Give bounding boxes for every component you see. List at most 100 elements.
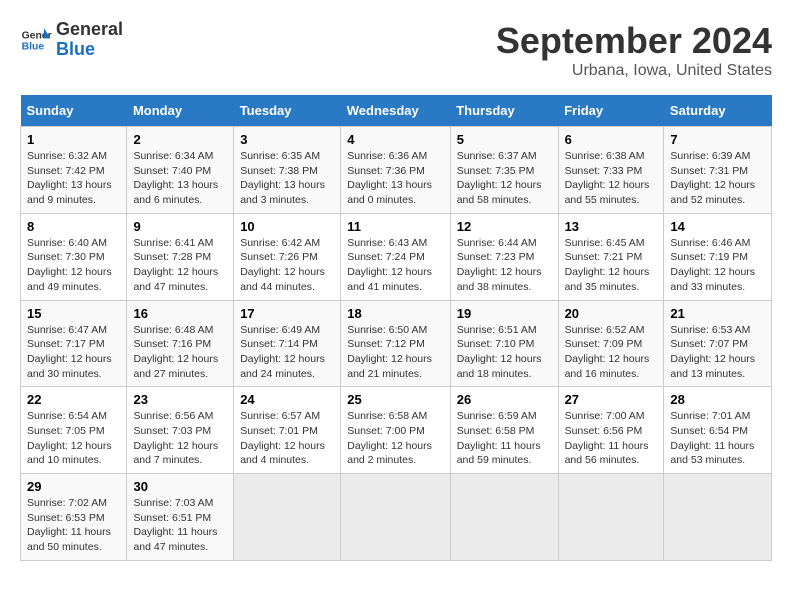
calendar-cell: 22Sunrise: 6:54 AMSunset: 7:05 PMDayligh…: [21, 387, 127, 474]
day-info: Sunrise: 6:48 AMSunset: 7:16 PMDaylight:…: [133, 323, 227, 382]
day-number: 9: [133, 219, 227, 234]
day-info: Sunrise: 6:56 AMSunset: 7:03 PMDaylight:…: [133, 409, 227, 468]
day-number: 20: [565, 306, 658, 321]
calendar-cell: 7 Sunrise: 6:39 AMSunset: 7:31 PMDaylight…: [664, 127, 772, 214]
calendar-cell: 4Sunrise: 6:36 AMSunset: 7:36 PMDaylight…: [341, 127, 450, 214]
calendar-cell: 6 Sunrise: 6:38 AMSunset: 7:33 PMDaylight…: [558, 127, 664, 214]
title-section: September 2024 Urbana, Iowa, United Stat…: [496, 20, 772, 80]
calendar-cell: [450, 474, 558, 561]
day-number: 18: [347, 306, 443, 321]
calendar-cell: 27 Sunrise: 7:00 AMSunset: 6:56 PMDayligh…: [558, 387, 664, 474]
day-info: Sunrise: 6:34 AMSunset: 7:40 PMDaylight:…: [133, 149, 227, 208]
calendar-week-row: 22Sunrise: 6:54 AMSunset: 7:05 PMDayligh…: [21, 387, 772, 474]
day-number: 29: [27, 479, 120, 494]
calendar-cell: 8 Sunrise: 6:40 AMSunset: 7:30 PMDaylight…: [21, 213, 127, 300]
day-number: 27: [565, 392, 658, 407]
day-info: Sunrise: 6:49 AMSunset: 7:14 PMDaylight:…: [240, 323, 334, 382]
calendar-cell: 24Sunrise: 6:57 AMSunset: 7:01 PMDayligh…: [234, 387, 341, 474]
calendar-table: SundayMondayTuesdayWednesdayThursdayFrid…: [20, 95, 772, 561]
location-subtitle: Urbana, Iowa, United States: [496, 62, 772, 80]
day-number: 6: [565, 132, 658, 147]
day-info: Sunrise: 6:40 AMSunset: 7:30 PMDaylight:…: [27, 236, 120, 295]
calendar-cell: 18 Sunrise: 6:50 AMSunset: 7:12 PMDayligh…: [341, 300, 450, 387]
day-info: Sunrise: 6:50 AMSunset: 7:12 PMDaylight:…: [347, 323, 443, 382]
day-number: 19: [457, 306, 552, 321]
day-info: Sunrise: 7:00 AMSunset: 6:56 PMDaylight:…: [565, 409, 658, 468]
day-info: Sunrise: 6:42 AMSunset: 7:26 PMDaylight:…: [240, 236, 334, 295]
svg-text:Blue: Blue: [22, 41, 45, 52]
calendar-cell: 10 Sunrise: 6:42 AMSunset: 7:26 PMDayligh…: [234, 213, 341, 300]
calendar-cell: 28Sunrise: 7:01 AMSunset: 6:54 PMDayligh…: [664, 387, 772, 474]
calendar-cell: 26Sunrise: 6:59 AMSunset: 6:58 PMDayligh…: [450, 387, 558, 474]
day-info: Sunrise: 6:51 AMSunset: 7:10 PMDaylight:…: [457, 323, 552, 382]
calendar-week-row: 29Sunrise: 7:02 AMSunset: 6:53 PMDayligh…: [21, 474, 772, 561]
day-info: Sunrise: 7:03 AMSunset: 6:51 PMDaylight:…: [133, 496, 227, 555]
day-number: 23: [133, 392, 227, 407]
day-info: Sunrise: 6:46 AMSunset: 7:19 PMDaylight:…: [670, 236, 765, 295]
logo-line2: Blue: [56, 40, 123, 60]
calendar-week-row: 15 Sunrise: 6:47 AMSunset: 7:17 PMDayligh…: [21, 300, 772, 387]
calendar-cell: 20 Sunrise: 6:52 AMSunset: 7:09 PMDayligh…: [558, 300, 664, 387]
calendar-cell: 14 Sunrise: 6:46 AMSunset: 7:19 PMDayligh…: [664, 213, 772, 300]
day-number: 13: [565, 219, 658, 234]
calendar-week-row: 8 Sunrise: 6:40 AMSunset: 7:30 PMDaylight…: [21, 213, 772, 300]
calendar-cell: 2 Sunrise: 6:34 AMSunset: 7:40 PMDaylight…: [127, 127, 234, 214]
day-info: Sunrise: 6:52 AMSunset: 7:09 PMDaylight:…: [565, 323, 658, 382]
day-number: 14: [670, 219, 765, 234]
calendar-cell: [341, 474, 450, 561]
day-info: Sunrise: 6:44 AMSunset: 7:23 PMDaylight:…: [457, 236, 552, 295]
day-number: 17: [240, 306, 334, 321]
day-number: 10: [240, 219, 334, 234]
calendar-cell: 30 Sunrise: 7:03 AMSunset: 6:51 PMDayligh…: [127, 474, 234, 561]
day-number: 12: [457, 219, 552, 234]
col-header-saturday: Saturday: [664, 95, 772, 127]
day-number: 30: [133, 479, 227, 494]
day-info: Sunrise: 6:41 AMSunset: 7:28 PMDaylight:…: [133, 236, 227, 295]
calendar-cell: 23 Sunrise: 6:56 AMSunset: 7:03 PMDayligh…: [127, 387, 234, 474]
day-number: 21: [670, 306, 765, 321]
day-number: 22: [27, 392, 120, 407]
day-info: Sunrise: 6:43 AMSunset: 7:24 PMDaylight:…: [347, 236, 443, 295]
day-info: Sunrise: 6:32 AMSunset: 7:42 PMDaylight:…: [27, 149, 120, 208]
day-info: Sunrise: 6:38 AMSunset: 7:33 PMDaylight:…: [565, 149, 658, 208]
day-number: 25: [347, 392, 443, 407]
calendar-cell: 19 Sunrise: 6:51 AMSunset: 7:10 PMDayligh…: [450, 300, 558, 387]
calendar-cell: 5 Sunrise: 6:37 AMSunset: 7:35 PMDaylight…: [450, 127, 558, 214]
day-number: 7: [670, 132, 765, 147]
month-title: September 2024: [496, 20, 772, 62]
day-number: 3: [240, 132, 334, 147]
calendar-cell: 9 Sunrise: 6:41 AMSunset: 7:28 PMDaylight…: [127, 213, 234, 300]
day-info: Sunrise: 6:59 AMSunset: 6:58 PMDaylight:…: [457, 409, 552, 468]
day-info: Sunrise: 6:58 AMSunset: 7:00 PMDaylight:…: [347, 409, 443, 468]
logo: General Blue General Blue: [20, 20, 123, 60]
day-number: 8: [27, 219, 120, 234]
calendar-cell: 12 Sunrise: 6:44 AMSunset: 7:23 PMDayligh…: [450, 213, 558, 300]
day-number: 24: [240, 392, 334, 407]
calendar-cell: 15 Sunrise: 6:47 AMSunset: 7:17 PMDayligh…: [21, 300, 127, 387]
calendar-header-row: SundayMondayTuesdayWednesdayThursdayFrid…: [21, 95, 772, 127]
day-info: Sunrise: 6:45 AMSunset: 7:21 PMDaylight:…: [565, 236, 658, 295]
day-info: Sunrise: 6:37 AMSunset: 7:35 PMDaylight:…: [457, 149, 552, 208]
day-number: 2: [133, 132, 227, 147]
col-header-sunday: Sunday: [21, 95, 127, 127]
day-number: 15: [27, 306, 120, 321]
day-info: Sunrise: 6:53 AMSunset: 7:07 PMDaylight:…: [670, 323, 765, 382]
day-info: Sunrise: 6:35 AMSunset: 7:38 PMDaylight:…: [240, 149, 334, 208]
calendar-cell: 16Sunrise: 6:48 AMSunset: 7:16 PMDayligh…: [127, 300, 234, 387]
day-info: Sunrise: 7:01 AMSunset: 6:54 PMDaylight:…: [670, 409, 765, 468]
day-info: Sunrise: 6:39 AMSunset: 7:31 PMDaylight:…: [670, 149, 765, 208]
calendar-cell: [234, 474, 341, 561]
day-info: Sunrise: 6:47 AMSunset: 7:17 PMDaylight:…: [27, 323, 120, 382]
logo-icon: General Blue: [20, 24, 52, 56]
col-header-wednesday: Wednesday: [341, 95, 450, 127]
day-number: 5: [457, 132, 552, 147]
day-number: 1: [27, 132, 120, 147]
col-header-thursday: Thursday: [450, 95, 558, 127]
day-number: 4: [347, 132, 443, 147]
calendar-cell: 17 Sunrise: 6:49 AMSunset: 7:14 PMDayligh…: [234, 300, 341, 387]
col-header-friday: Friday: [558, 95, 664, 127]
calendar-cell: 3 Sunrise: 6:35 AMSunset: 7:38 PMDaylight…: [234, 127, 341, 214]
calendar-cell: [558, 474, 664, 561]
logo-text: General Blue: [56, 20, 123, 60]
col-header-monday: Monday: [127, 95, 234, 127]
